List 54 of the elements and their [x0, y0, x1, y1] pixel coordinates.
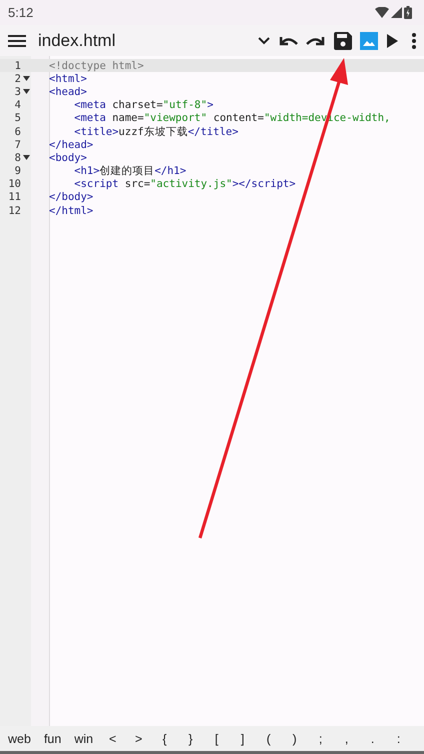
- symbol-key[interactable]: :: [388, 726, 410, 750]
- code-line: <body>: [49, 152, 87, 164]
- dropdown-icon[interactable]: [258, 36, 270, 44]
- file-title: index.html: [38, 30, 116, 50]
- symbol-key[interactable]: }: [180, 726, 202, 750]
- code-line: <meta charset="utf-8">: [73, 99, 214, 112]
- symbol-key[interactable]: (: [258, 726, 280, 750]
- code-line: <html>: [49, 72, 87, 85]
- code-line: </html>: [49, 204, 94, 217]
- symbol-key[interactable]: {: [154, 726, 176, 750]
- image-preview-icon[interactable]: [360, 32, 378, 50]
- fold-arrow-icon[interactable]: [22, 89, 30, 94]
- battery-icon: [404, 6, 412, 19]
- symbol-key[interactable]: win: [70, 726, 98, 750]
- symbol-key[interactable]: [: [206, 726, 228, 750]
- menu-icon[interactable]: [8, 34, 26, 46]
- line-number: 6: [14, 126, 21, 138]
- code-line: <h1>创建的项目</h1>: [73, 164, 186, 178]
- line-number: 1: [14, 60, 21, 72]
- symbol-key[interactable]: >: [128, 726, 150, 750]
- save-icon[interactable]: [334, 32, 352, 50]
- line-number: 8: [14, 152, 21, 164]
- signal-icon: [391, 7, 402, 18]
- symbol-key[interactable]: ]: [232, 726, 254, 750]
- symbol-key[interactable]: <: [102, 726, 124, 750]
- symbol-key[interactable]: ): [284, 726, 306, 750]
- symbol-key[interactable]: ,: [336, 726, 358, 750]
- line-number: 7: [14, 138, 21, 151]
- symbol-key[interactable]: .: [362, 726, 384, 750]
- code-line: <title>uzzf东坡下载</title>: [73, 124, 238, 139]
- line-number: 4: [14, 99, 21, 112]
- code-line: <script src="activity.js"></script>: [73, 178, 296, 190]
- undo-icon[interactable]: [278, 34, 298, 46]
- more-icon[interactable]: [412, 32, 416, 48]
- line-number: 9: [14, 165, 21, 178]
- line-number: 3: [14, 86, 21, 98]
- line-number: 10: [7, 178, 21, 190]
- fold-arrow-icon[interactable]: [22, 76, 30, 82]
- run-icon[interactable]: [386, 34, 398, 48]
- wifi-icon: [375, 7, 389, 18]
- symbol-key[interactable]: web: [4, 726, 35, 750]
- code-line: <head>: [49, 86, 87, 98]
- line-number: 2: [14, 72, 21, 85]
- code-line: <!doctype html>: [49, 60, 144, 72]
- symbol-key[interactable]: ;: [310, 726, 332, 750]
- code-line: </head>: [49, 138, 94, 151]
- line-number: 11: [7, 191, 21, 204]
- line-number: 5: [14, 112, 21, 124]
- redo-icon[interactable]: [306, 34, 326, 46]
- fold-arrow-icon[interactable]: [22, 155, 30, 160]
- code-line: </body>: [49, 191, 94, 204]
- symbol-key[interactable]: fun: [40, 726, 66, 750]
- status-time: 5:12: [8, 5, 34, 20]
- line-number: 12: [7, 204, 21, 217]
